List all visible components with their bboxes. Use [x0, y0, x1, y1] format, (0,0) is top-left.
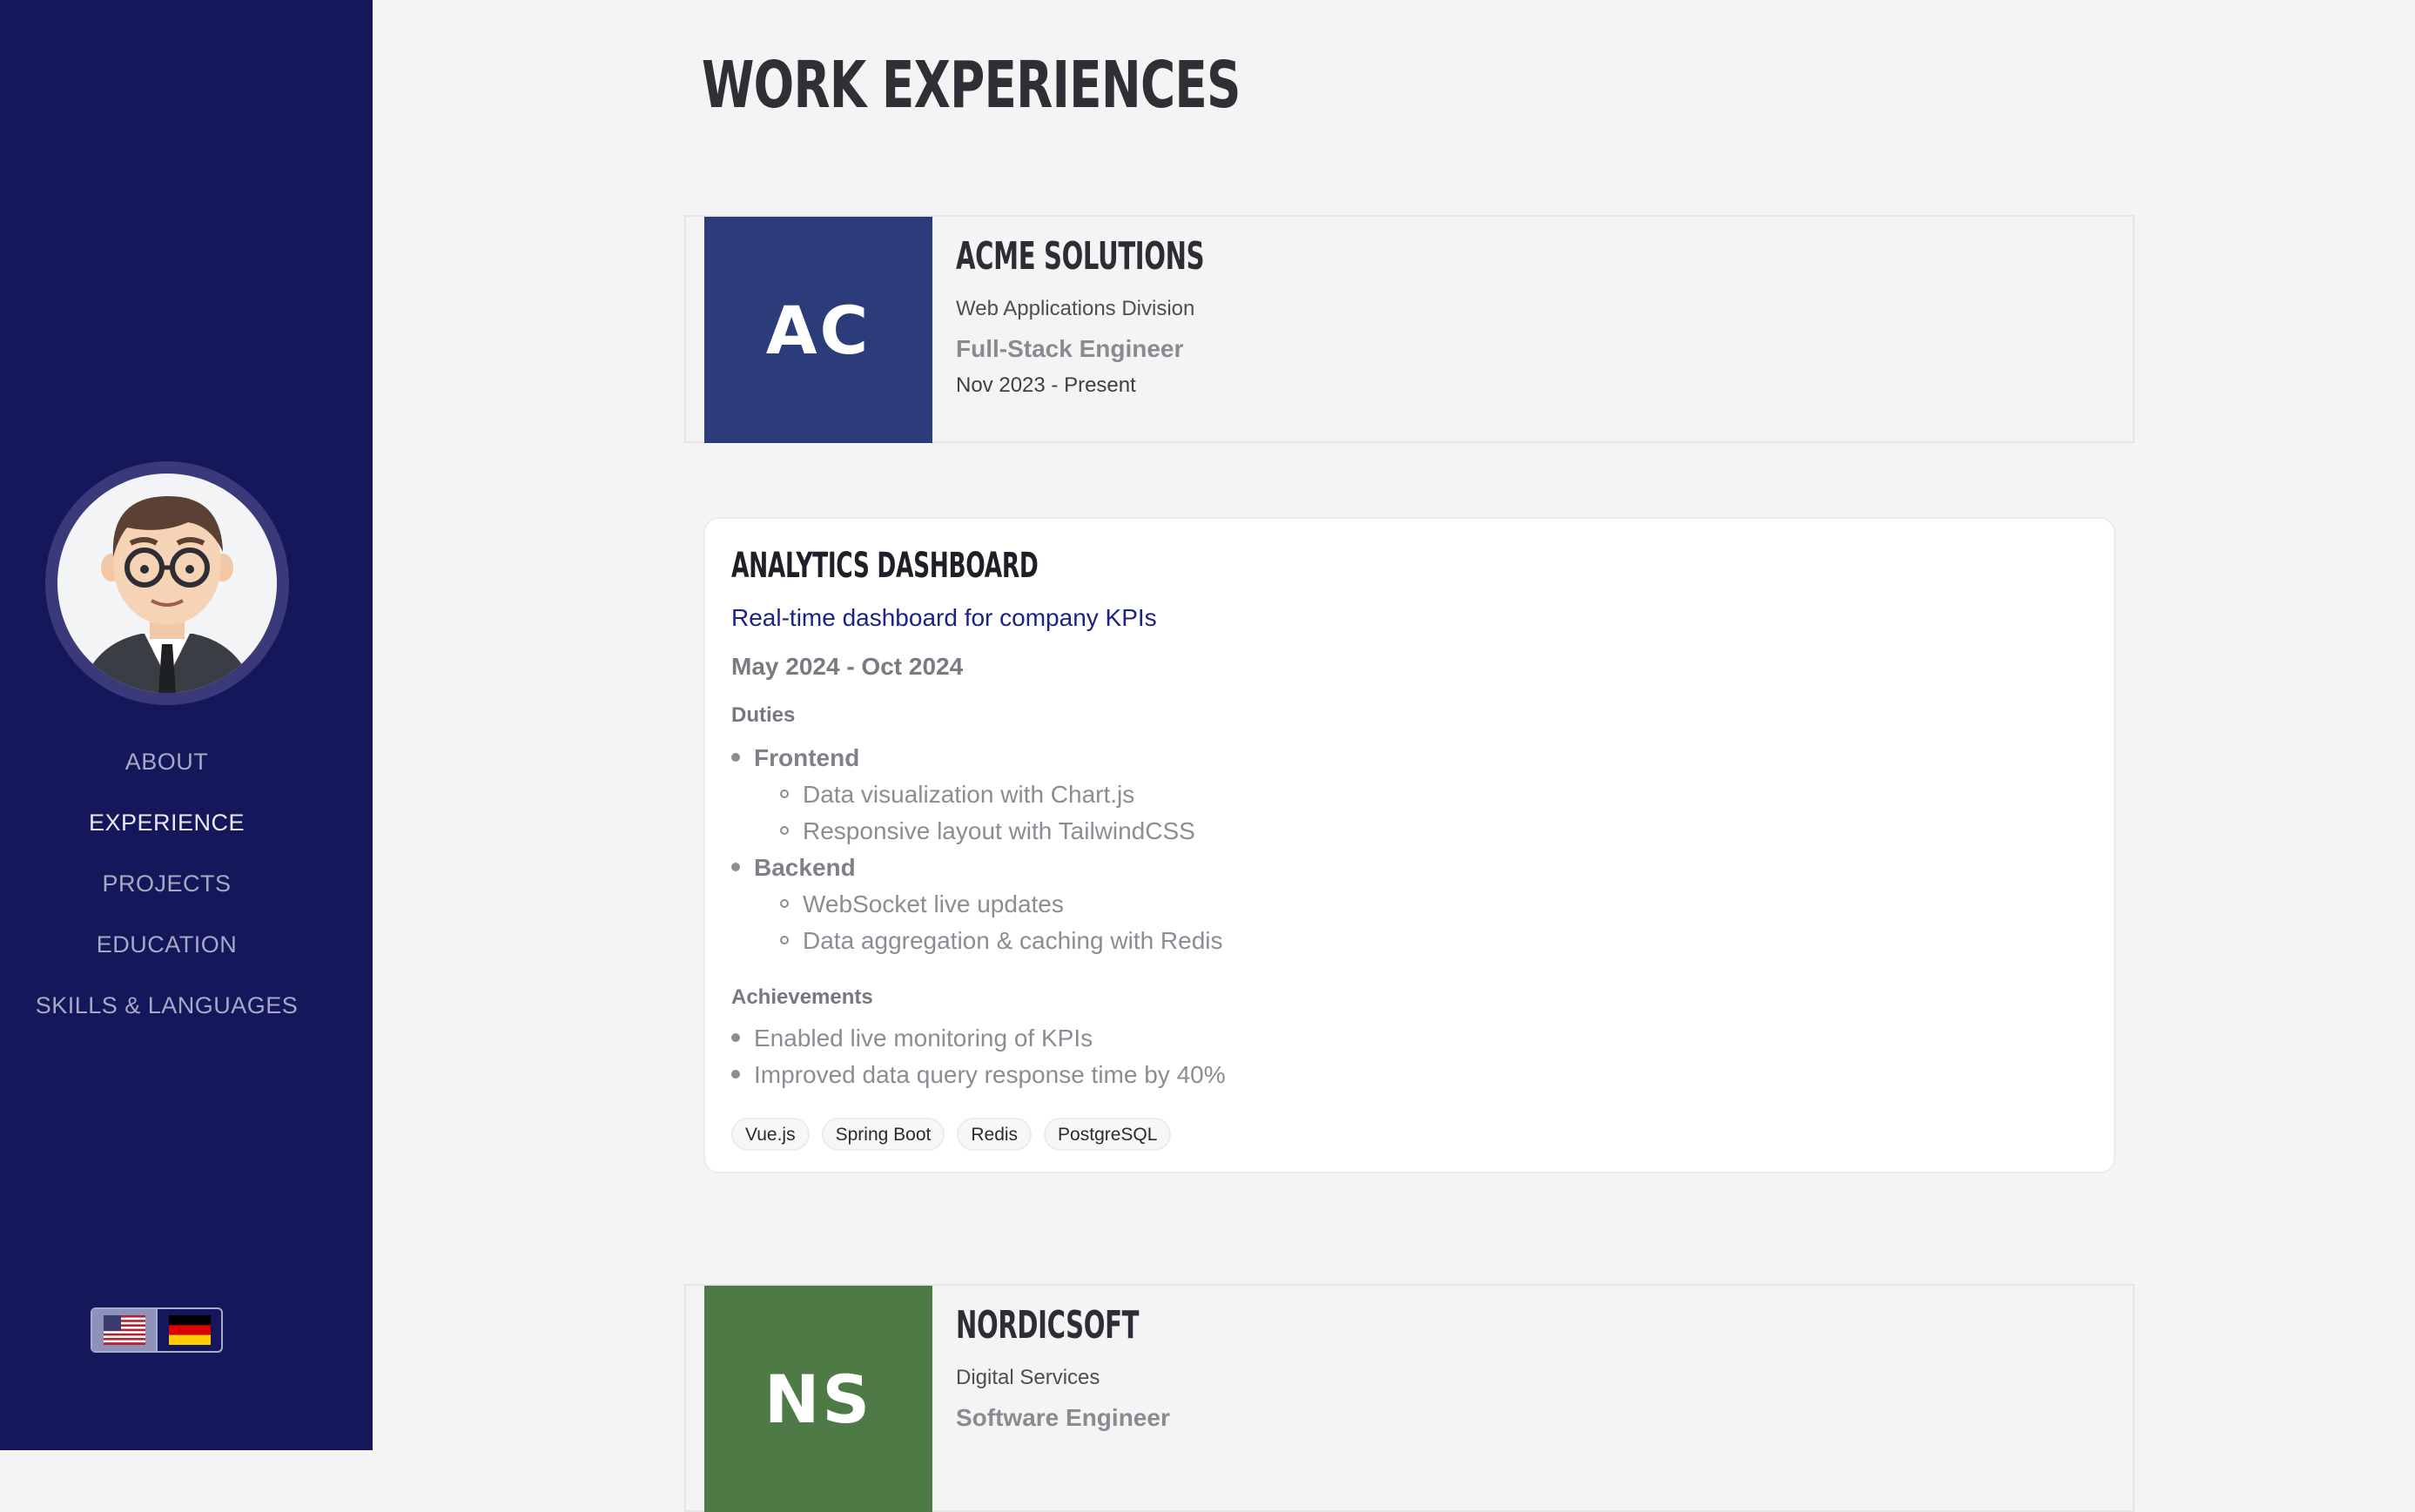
duties-label: Duties: [731, 703, 796, 727]
sidebar-nav: ABOUT EXPERIENCE PROJECTS EDUCATION SKIL…: [0, 731, 333, 1036]
nav-skills-languages[interactable]: SKILLS & LANGUAGES: [0, 975, 333, 1036]
bullet-icon: [731, 862, 740, 871]
company-role: Full-Stack Engineer: [956, 335, 1184, 362]
duty-group-label: Frontend: [754, 744, 860, 771]
tech-tag: PostgreSQL: [1044, 1118, 1172, 1151]
duty-item-text: Data aggregation & caching with Redis: [803, 927, 1223, 954]
company-division: Web Applications Division: [956, 297, 1195, 320]
company-name: NORDICSOFT: [956, 1303, 1140, 1347]
bullet-icon: [731, 1069, 740, 1079]
de-flag-icon: [168, 1315, 211, 1345]
project-title: ANALYTICS DASHBOARD: [731, 546, 1039, 586]
nav-experience[interactable]: EXPERIENCE: [0, 792, 333, 853]
language-german-button[interactable]: [158, 1309, 221, 1351]
project-subtitle: Real-time dashboard for company KPIs: [731, 604, 1157, 631]
us-flag-icon: [103, 1315, 145, 1345]
tech-tag: Spring Boot: [821, 1118, 945, 1151]
nav-projects[interactable]: PROJECTS: [0, 853, 333, 914]
company-logo: NS: [704, 1286, 932, 1512]
sub-bullet-icon: [780, 825, 789, 835]
duty-item: WebSocket live updates: [780, 886, 1064, 923]
sub-bullet-icon: [780, 898, 789, 908]
company-division: Digital Services: [956, 1366, 1100, 1389]
duty-item: Responsive layout with TailwindCSS: [780, 813, 1195, 850]
achievement-text: Enabled live monitoring of KPIs: [754, 1025, 1093, 1052]
page-title: WORK EXPERIENCES: [702, 48, 1241, 123]
achievements-label: Achievements: [731, 985, 873, 1009]
bullet-icon: [731, 752, 740, 762]
duty-group-label: Backend: [754, 854, 856, 881]
profile-avatar: [45, 461, 289, 705]
company-dates: Nov 2023 - Present: [956, 373, 1136, 397]
project-card: ANALYTICS DASHBOARD Real-time dashboard …: [703, 517, 2116, 1173]
duty-group: Frontend: [731, 740, 859, 776]
duty-item-text: Data visualization with Chart.js: [803, 781, 1135, 808]
company-name: ACME SOLUTIONS: [956, 234, 1205, 279]
tech-tag: Redis: [957, 1118, 1033, 1151]
achievement-item: Enabled live monitoring of KPIs: [731, 1020, 1093, 1057]
language-switcher: [91, 1307, 223, 1353]
language-english-button[interactable]: [92, 1309, 158, 1351]
achievement-item: Improved data query response time by 40%: [731, 1057, 1226, 1093]
sub-bullet-icon: [780, 789, 789, 798]
duty-item: Data aggregation & caching with Redis: [780, 923, 1223, 959]
nav-about[interactable]: ABOUT: [0, 731, 333, 792]
duty-item-text: WebSocket live updates: [803, 890, 1064, 917]
duty-group: Backend: [731, 850, 856, 886]
company-card[interactable]: AC ACME SOLUTIONS Web Applications Divis…: [684, 215, 2135, 443]
company-logo: AC: [704, 217, 932, 443]
duty-item-text: Responsive layout with TailwindCSS: [803, 817, 1195, 844]
company-role: Software Engineer: [956, 1404, 1170, 1431]
duty-item: Data visualization with Chart.js: [780, 776, 1134, 813]
project-dates: May 2024 - Oct 2024: [731, 653, 964, 680]
nav-education[interactable]: EDUCATION: [0, 914, 333, 975]
avatar-illustration: [57, 474, 277, 693]
tech-tag: Vue.js: [731, 1118, 810, 1151]
sidebar: ABOUT EXPERIENCE PROJECTS EDUCATION SKIL…: [0, 0, 373, 1450]
achievement-text: Improved data query response time by 40%: [754, 1061, 1226, 1088]
company-card[interactable]: NS NORDICSOFT Digital Services Software …: [684, 1284, 2135, 1512]
sub-bullet-icon: [780, 935, 789, 944]
bullet-icon: [731, 1032, 740, 1042]
tech-tags: Vue.js Spring Boot Redis PostgreSQL: [731, 1118, 1172, 1151]
